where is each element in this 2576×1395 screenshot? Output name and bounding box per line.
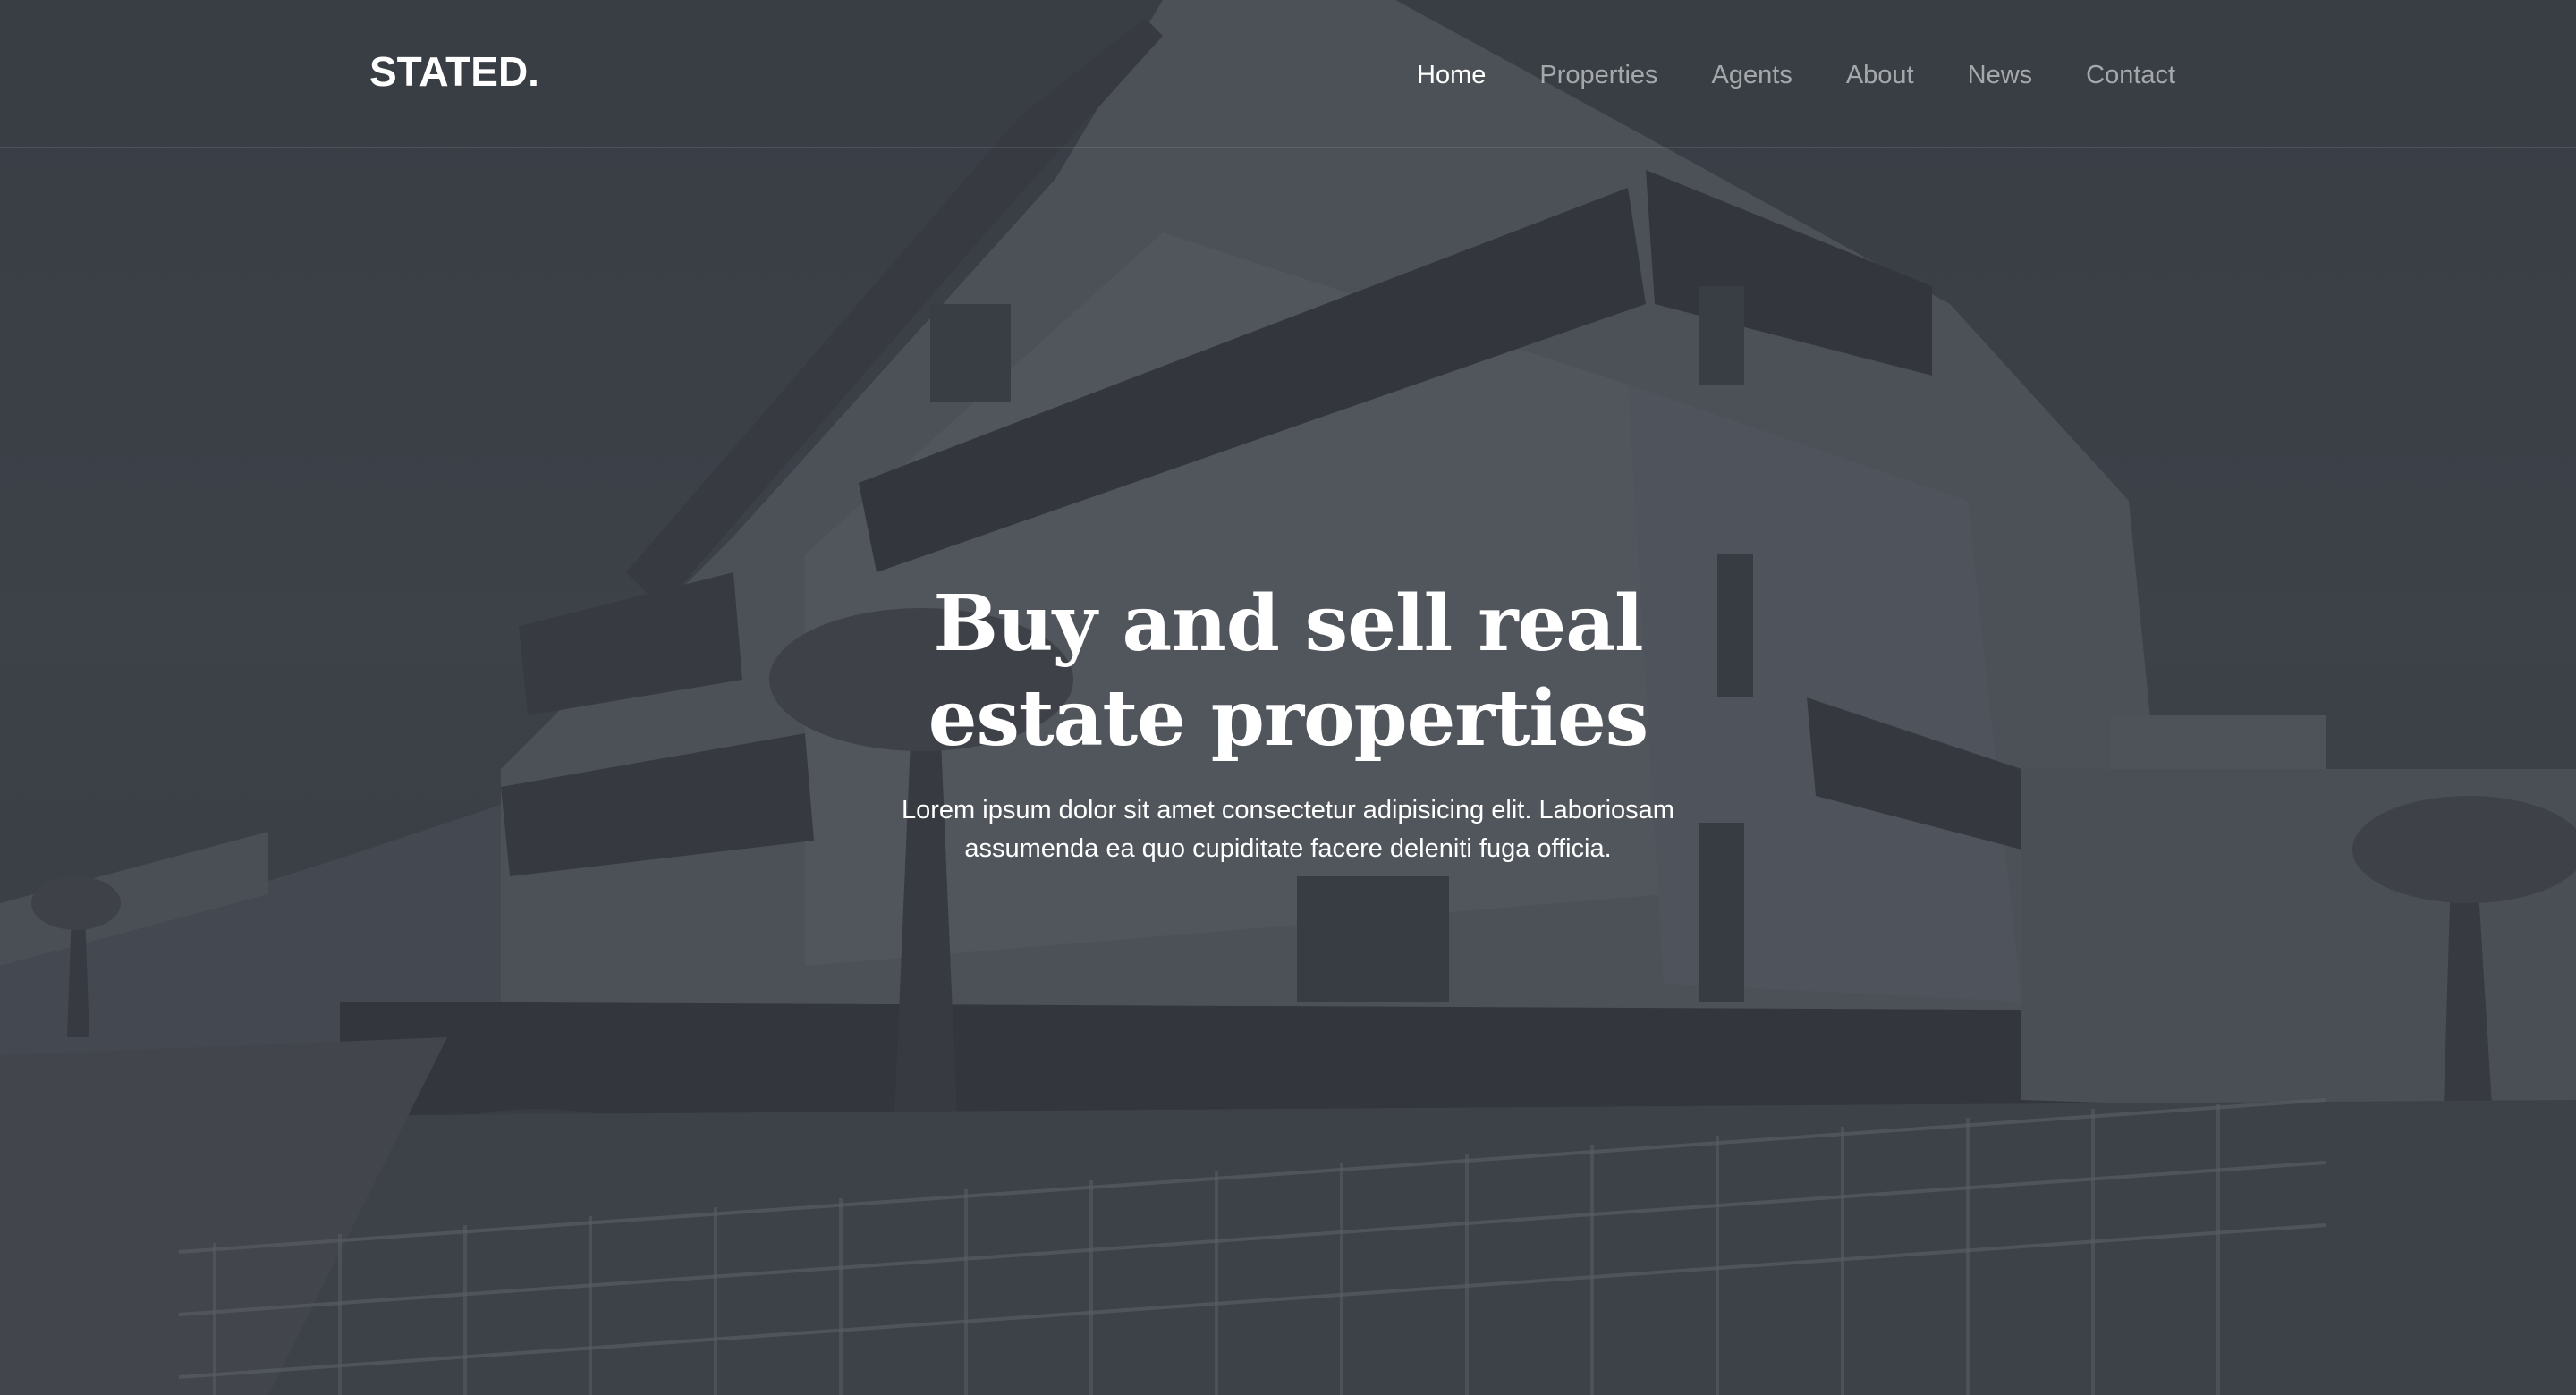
nav-link-properties[interactable]: Properties (1539, 57, 1657, 93)
hero-title: Buy and sell real estate properties (928, 579, 1648, 764)
hero-content: Buy and sell real estate properties Lore… (0, 577, 2576, 868)
nav-link-contact[interactable]: Contact (2086, 57, 2175, 93)
site-logo[interactable]: STATED. (369, 45, 539, 98)
nav-link-about[interactable]: About (1846, 57, 1914, 93)
main-nav: Home Properties Agents About News Contac… (1417, 57, 2175, 93)
nav-link-home[interactable]: Home (1417, 57, 1486, 93)
nav-link-news[interactable]: News (1968, 57, 2033, 93)
hero-subtitle: Lorem ipsum dolor sit amet consectetur a… (902, 796, 1674, 863)
site-header: STATED. Home Properties Agents About New… (0, 0, 2576, 148)
nav-link-agents[interactable]: Agents (1712, 57, 1792, 93)
